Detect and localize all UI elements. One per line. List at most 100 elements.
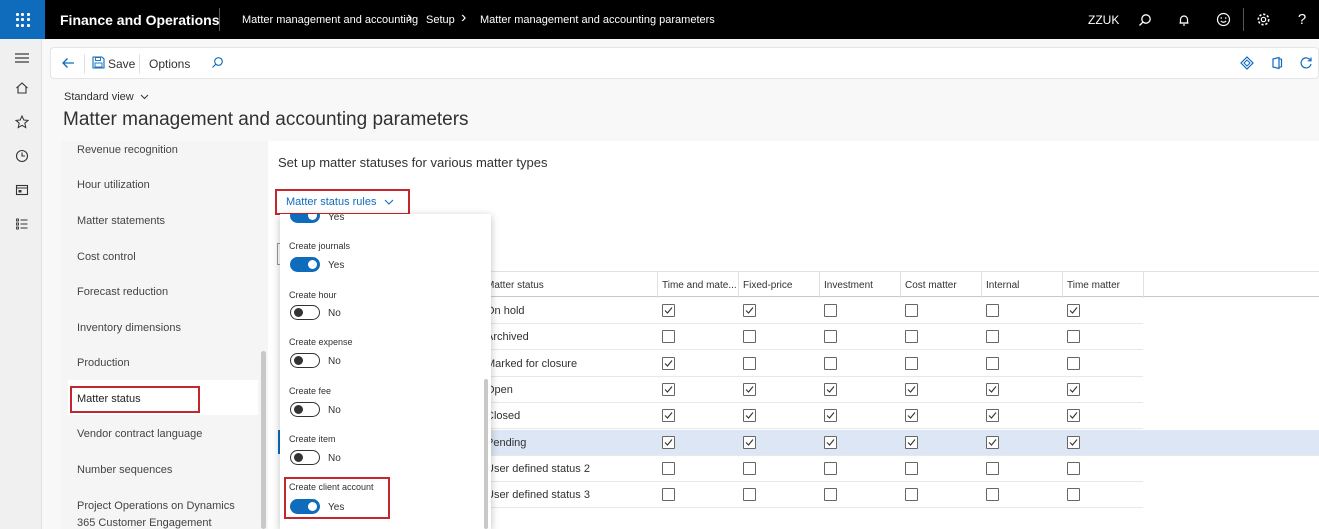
column-header-time-and-material[interactable]: Time and mate... <box>662 280 738 291</box>
checkbox[interactable] <box>743 435 756 449</box>
checkbox[interactable] <box>662 488 675 502</box>
create-fee-toggle[interactable] <box>290 402 320 417</box>
create-hour-toggle[interactable] <box>290 305 320 320</box>
column-header-cost-matter[interactable]: Cost matter <box>905 280 981 291</box>
table-row[interactable]: Marked for closure <box>483 351 1143 377</box>
table-row[interactable]: Archived <box>483 324 1143 351</box>
tab-project-operations[interactable]: Project Operations on Dynamics 365 Custo… <box>77 498 247 529</box>
checkbox[interactable] <box>905 382 918 396</box>
search-icon[interactable] <box>211 56 224 74</box>
company-picker[interactable]: ZZUK <box>1088 13 1119 27</box>
checkbox[interactable] <box>986 356 999 370</box>
table-row[interactable]: Closed <box>483 403 1143 430</box>
checkbox[interactable] <box>824 304 837 317</box>
tab-vendor-contract-language[interactable]: Vendor contract language <box>77 426 202 443</box>
checkbox[interactable] <box>905 409 918 423</box>
star-icon[interactable] <box>13 113 31 131</box>
tab-matter-statements[interactable]: Matter statements <box>77 213 165 230</box>
checkbox[interactable] <box>1067 304 1080 317</box>
checkbox[interactable] <box>743 356 756 370</box>
checkbox[interactable] <box>1067 409 1080 423</box>
checkbox[interactable] <box>1067 435 1080 449</box>
settings-button[interactable] <box>1244 0 1282 39</box>
breadcrumb-item-module[interactable]: Matter management and accounting <box>242 14 418 26</box>
checkbox[interactable] <box>662 382 675 396</box>
options-button[interactable]: Options <box>149 57 190 71</box>
checkbox[interactable] <box>662 304 675 317</box>
tab-revenue-recognition[interactable]: Revenue recognition <box>77 142 178 159</box>
create-item-toggle[interactable] <box>290 450 320 465</box>
search-button[interactable] <box>1126 0 1164 39</box>
app-name[interactable]: Finance and Operations <box>60 12 219 28</box>
tab-production[interactable]: Production <box>77 355 130 372</box>
tab-cost-control[interactable]: Cost control <box>77 249 136 266</box>
checkbox[interactable] <box>986 409 999 423</box>
checkbox[interactable] <box>662 461 675 475</box>
checkbox[interactable] <box>986 382 999 396</box>
tab-number-sequences[interactable]: Number sequences <box>77 462 172 479</box>
table-row[interactable]: On hold <box>483 298 1143 324</box>
checkbox[interactable] <box>824 382 837 396</box>
checkbox[interactable] <box>743 409 756 423</box>
toggle-switch[interactable] <box>290 214 320 223</box>
tab-inventory-dimensions[interactable]: Inventory dimensions <box>77 320 181 337</box>
refresh-icon[interactable] <box>1299 56 1313 75</box>
back-icon[interactable] <box>61 56 75 75</box>
checkbox[interactable] <box>1067 488 1080 502</box>
table-row[interactable]: User defined status 2 <box>483 456 1143 482</box>
checkbox[interactable] <box>743 304 756 317</box>
checkbox[interactable] <box>986 304 999 317</box>
checkbox[interactable] <box>662 356 675 370</box>
table-row[interactable]: Open <box>483 377 1143 403</box>
table-row[interactable]: User defined status 3 <box>483 482 1143 509</box>
checkbox[interactable] <box>986 435 999 449</box>
create-journals-toggle[interactable] <box>290 257 320 272</box>
checkbox[interactable] <box>1067 461 1080 475</box>
checkbox[interactable] <box>824 356 837 370</box>
create-client-account-toggle[interactable] <box>290 499 320 514</box>
tab-list-scrollbar[interactable] <box>261 351 266 529</box>
column-header-matter-status[interactable]: Matter status <box>486 280 656 291</box>
checkbox[interactable] <box>1067 330 1080 344</box>
checkbox[interactable] <box>986 461 999 475</box>
checkbox[interactable] <box>905 330 918 344</box>
office-icon[interactable] <box>1270 56 1284 75</box>
checkbox[interactable] <box>905 304 918 317</box>
save-button[interactable]: Save <box>108 57 135 71</box>
flyout-scrollbar[interactable] <box>484 379 488 529</box>
help-icon[interactable]: ? <box>1283 0 1319 39</box>
home-icon[interactable] <box>13 79 31 97</box>
column-header-internal[interactable]: Internal <box>986 280 1062 291</box>
checkbox[interactable] <box>743 330 756 344</box>
workspaces-icon[interactable] <box>13 181 31 199</box>
checkbox[interactable] <box>743 382 756 396</box>
clock-icon[interactable] <box>13 147 31 165</box>
checkbox[interactable] <box>905 461 918 475</box>
modules-list-icon[interactable] <box>13 215 31 233</box>
column-header-investment[interactable]: Investment <box>824 280 900 291</box>
power-apps-icon[interactable] <box>1240 56 1254 75</box>
checkbox[interactable] <box>905 488 918 502</box>
view-selector[interactable]: Standard view <box>64 91 149 103</box>
feedback-button[interactable] <box>1204 0 1242 39</box>
checkbox[interactable] <box>662 330 675 344</box>
checkbox[interactable] <box>662 409 675 423</box>
checkbox[interactable] <box>986 488 999 502</box>
column-header-fixed-price[interactable]: Fixed-price <box>743 280 819 291</box>
checkbox[interactable] <box>743 488 756 502</box>
tab-forecast-reduction[interactable]: Forecast reduction <box>77 284 168 301</box>
checkbox[interactable] <box>662 435 675 449</box>
column-header-time-matter[interactable]: Time matter <box>1067 280 1143 291</box>
checkbox[interactable] <box>824 435 837 449</box>
checkbox[interactable] <box>824 330 837 344</box>
app-launcher-button[interactable] <box>0 0 45 39</box>
tab-matter-status[interactable]: Matter status <box>77 391 141 408</box>
matter-status-rules-button[interactable]: Matter status rules <box>286 196 394 208</box>
table-row[interactable]: Pending <box>483 429 1319 456</box>
tab-hour-utilization[interactable]: Hour utilization <box>77 177 150 194</box>
checkbox[interactable] <box>1067 356 1080 370</box>
checkbox[interactable] <box>905 356 918 370</box>
checkbox[interactable] <box>824 409 837 423</box>
checkbox[interactable] <box>824 488 837 502</box>
checkbox[interactable] <box>1067 382 1080 396</box>
